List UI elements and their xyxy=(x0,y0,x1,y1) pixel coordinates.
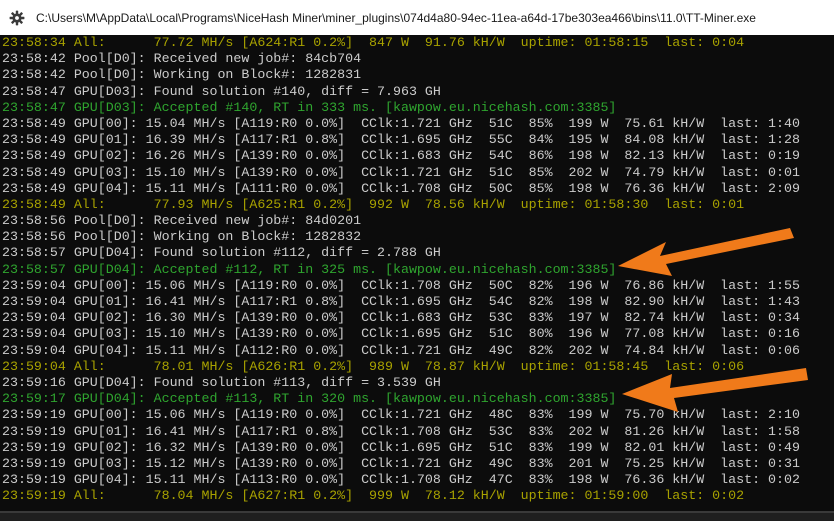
console-line: 23:59:04 GPU[00]: 15.06 MH/s [A119:R0 0.… xyxy=(2,277,800,293)
window-title: C:\Users\M\AppData\Local\Programs\NiceHa… xyxy=(36,10,756,25)
console-line: 23:59:19 GPU[02]: 16.32 MH/s [A139:R0 0.… xyxy=(2,439,800,455)
taskbar-strip xyxy=(0,511,834,521)
console-window: C:\Users\M\AppData\Local\Programs\NiceHa… xyxy=(0,0,834,521)
summary-line: 23:58:34 All: 77.72 MH/s [A624:R1 0.2%] … xyxy=(2,35,745,50)
taskbar-accent xyxy=(0,511,834,513)
console-line: 23:59:19 GPU[00]: 15.06 MH/s [A119:R0 0.… xyxy=(2,407,800,423)
console-line: 23:59:19 GPU[04]: 15.11 MH/s [A113:R0 0.… xyxy=(2,472,800,488)
console-line: 23:59:04 GPU[04]: 15.11 MH/s [A112:R0 0.… xyxy=(2,342,800,358)
accepted-line: 23:58:47 GPU[D03]: Accepted #140, RT in … xyxy=(2,99,617,115)
console-line: 23:58:42 Pool[D0]: Working on Block#: 12… xyxy=(2,67,362,83)
console-line: 23:58:49 GPU[04]: 15.11 MH/s [A111:R0 0.… xyxy=(2,180,800,196)
console-line: 23:58:56 Pool[D0]: Received new job#: 84… xyxy=(2,213,362,229)
summary-line: 23:59:19 All: 78.04 MH/s [A627:R1 0.2%] … xyxy=(2,488,745,504)
console-output[interactable]: 23:58:34 All: 77.72 MH/s [A624:R1 0.2%] … xyxy=(0,35,834,511)
accepted-line: 23:58:57 GPU[D04]: Accepted #112, RT in … xyxy=(2,261,617,277)
console-line: 23:58:49 GPU[01]: 16.39 MH/s [A117:R1 0.… xyxy=(2,132,800,148)
summary-line: 23:58:49 All: 77.93 MH/s [A625:R1 0.2%] … xyxy=(2,196,745,212)
console-line: 23:58:49 GPU[03]: 15.10 MH/s [A139:R0 0.… xyxy=(2,164,800,180)
console-line: 23:58:56 Pool[D0]: Working on Block#: 12… xyxy=(2,229,362,245)
console-line: 23:58:49 GPU[00]: 15.04 MH/s [A119:R0 0.… xyxy=(2,115,800,131)
console-line: 23:58:47 GPU[D03]: Found solution #140, … xyxy=(2,83,441,99)
console-line: 23:59:16 GPU[D04]: Found solution #113, … xyxy=(2,374,441,390)
console-line: 23:58:49 GPU[02]: 16.26 MH/s [A139:R0 0.… xyxy=(2,148,800,164)
summary-line: 23:59:04 All: 78.01 MH/s [A626:R1 0.2%] … xyxy=(2,358,745,374)
title-bar[interactable]: C:\Users\M\AppData\Local\Programs\NiceHa… xyxy=(0,0,834,35)
console-line: 23:59:19 GPU[03]: 15.12 MH/s [A139:R0 0.… xyxy=(2,455,800,471)
console-line: 23:59:04 GPU[02]: 16.30 MH/s [A139:R0 0.… xyxy=(2,310,800,326)
gear-icon[interactable] xyxy=(8,9,26,27)
console-line: 23:58:57 GPU[D04]: Found solution #112, … xyxy=(2,245,441,261)
console-line: 23:59:04 GPU[01]: 16.41 MH/s [A117:R1 0.… xyxy=(2,294,800,309)
console-line: 23:58:42 Pool[D0]: Received new job#: 84… xyxy=(2,51,362,67)
accepted-line: 23:59:17 GPU[D04]: Accepted #113, RT in … xyxy=(2,391,617,407)
console-line: 23:59:19 GPU[01]: 16.41 MH/s [A117:R1 0.… xyxy=(2,423,800,439)
console-line: 23:59:04 GPU[03]: 15.10 MH/s [A139:R0 0.… xyxy=(2,326,800,342)
